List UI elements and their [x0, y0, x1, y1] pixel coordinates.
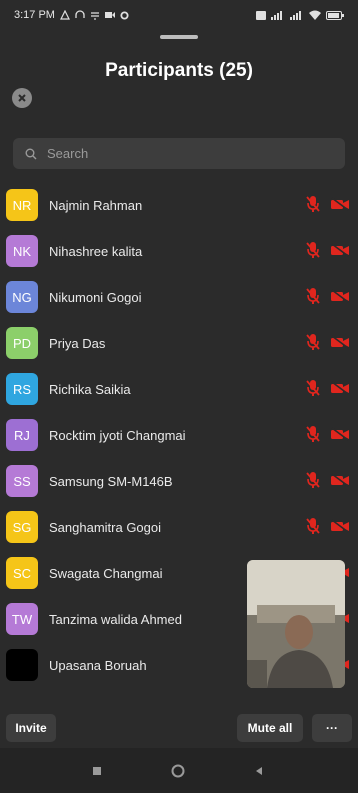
video-off-icon[interactable] [330, 243, 350, 257]
system-nav-bar [0, 748, 358, 793]
search-input[interactable] [45, 145, 319, 162]
participant-name: Swagata Changmai [49, 565, 163, 581]
avatar: SC [6, 557, 38, 589]
participant-row[interactable]: SG Sanghamitra Gogoi [0, 504, 358, 550]
video-off-icon[interactable] [330, 289, 350, 303]
video-thumbnail [247, 560, 345, 688]
video-off-icon[interactable] [330, 381, 350, 395]
search-icon [25, 148, 37, 159]
avatar: NK [6, 235, 38, 267]
participant-name: Richika Saikia [49, 381, 131, 397]
close-icon [18, 94, 26, 102]
participant-row[interactable]: SS Samsung SM-M146B [0, 458, 358, 504]
settings-icon [120, 10, 129, 20]
video-off-icon[interactable] [330, 427, 350, 441]
video-icon [104, 12, 115, 18]
mic-muted-icon[interactable] [306, 425, 320, 443]
video-off-icon[interactable] [330, 197, 350, 211]
vibrate-icon [256, 10, 266, 20]
invite-button[interactable]: Invite [6, 714, 56, 742]
participant-name: Upasana Boruah [49, 657, 147, 673]
headset-icon [75, 10, 85, 18]
participant-name: Nikumoni Gogoi [49, 289, 142, 305]
participant-row[interactable]: NR Najmin Rahman [0, 182, 358, 228]
battery-icon [326, 10, 344, 20]
participant-row[interactable]: PD Priya Das [0, 320, 358, 366]
bottom-action-bar: Invite Mute all ··· [0, 708, 358, 748]
avatar: TW [6, 603, 38, 635]
participant-name: Nihashree kalita [49, 243, 143, 259]
video-off-icon[interactable] [330, 335, 350, 349]
avatar: RJ [6, 419, 38, 451]
wifi-icon [309, 10, 321, 20]
status-bar: 3:17 PM [0, 0, 358, 30]
participant-name: Sanghamitra Gogoi [49, 519, 162, 535]
search-bar[interactable] [13, 138, 345, 169]
participant-name: Samsung SM-M146B [49, 473, 173, 489]
video-preview[interactable] [247, 560, 345, 688]
participant-row[interactable]: NG Nikumoni Gogoi [0, 274, 358, 320]
avatar: RS [6, 373, 38, 405]
mic-muted-icon[interactable] [306, 333, 320, 351]
participant-status-icons [306, 425, 350, 443]
mic-muted-icon[interactable] [306, 241, 320, 259]
avatar: NG [6, 281, 38, 313]
notification-icon [59, 10, 70, 20]
participant-name: Rocktim jyoti Changmai [49, 427, 186, 443]
participant-row[interactable]: RJ Rocktim jyoti Changmai [0, 412, 358, 458]
avatar: SG [6, 511, 38, 543]
avatar: NR [6, 189, 38, 221]
participant-status-icons [306, 333, 350, 351]
avatar: PD [6, 327, 38, 359]
participant-name: Priya Das [49, 335, 106, 351]
more-options-button[interactable]: ··· [312, 714, 352, 742]
video-off-icon[interactable] [330, 519, 350, 533]
mic-muted-icon[interactable] [306, 195, 320, 213]
participant-status-icons [306, 287, 350, 305]
participant-name: Tanzima walida Ahmed [49, 611, 182, 627]
participant-status-icons [306, 195, 350, 213]
page-title: Participants (25) [105, 60, 253, 81]
participant-row[interactable]: RS Richika Saikia [0, 366, 358, 412]
participant-name: Najmin Rahman [49, 197, 143, 213]
status-time: 3:17 PM [14, 9, 55, 21]
back-icon[interactable] [254, 766, 264, 776]
avatar [6, 649, 38, 681]
mic-muted-icon[interactable] [306, 287, 320, 305]
close-button[interactable] [12, 88, 32, 108]
avatar: SS [6, 465, 38, 497]
download-icon [90, 12, 99, 20]
mic-muted-icon[interactable] [306, 471, 320, 489]
drag-handle[interactable] [160, 35, 198, 39]
video-off-icon[interactable] [330, 473, 350, 487]
participant-status-icons [306, 379, 350, 397]
participant-status-icons [306, 517, 350, 535]
recent-apps-icon[interactable] [92, 766, 102, 776]
mic-muted-icon[interactable] [306, 517, 320, 535]
participant-row[interactable]: NK Nihashree kalita [0, 228, 358, 274]
home-icon[interactable] [171, 764, 185, 778]
signal-icon [271, 11, 282, 20]
mute-all-button[interactable]: Mute all [237, 714, 303, 742]
participant-status-icons [306, 471, 350, 489]
participant-status-icons [306, 241, 350, 259]
signal-icon [290, 11, 301, 20]
mic-muted-icon[interactable] [306, 379, 320, 397]
